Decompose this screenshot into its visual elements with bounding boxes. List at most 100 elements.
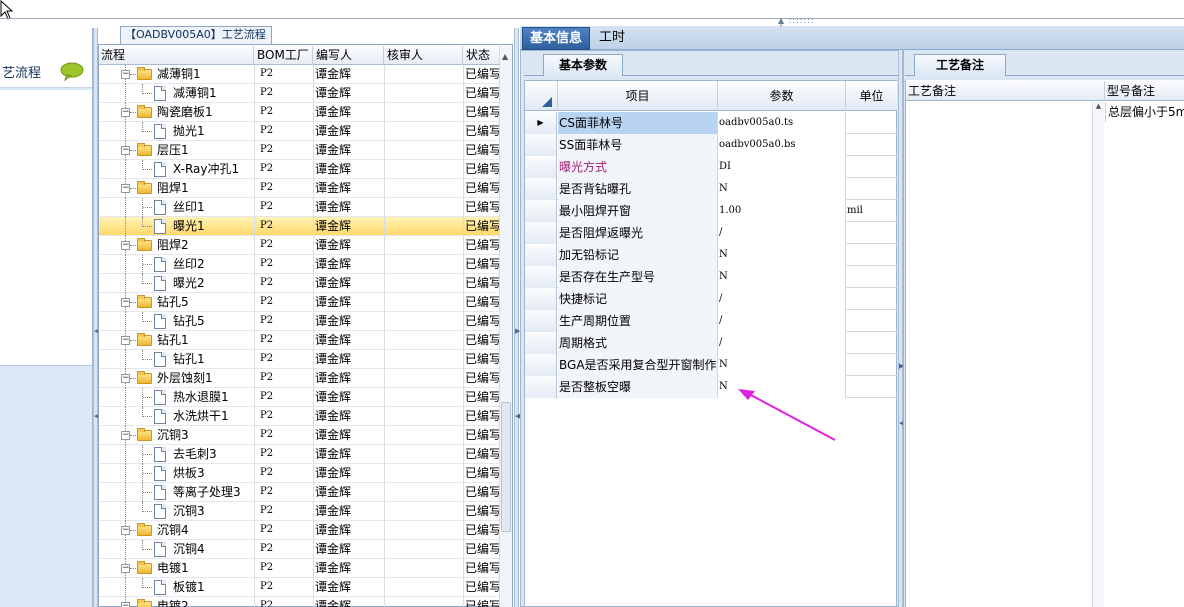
scroll-up-icon[interactable]: ▲ <box>1096 102 1101 110</box>
row-selector[interactable] <box>525 222 557 244</box>
tree-step-row[interactable]: 等离子处理3 P2 谭金辉 已编写 <box>99 483 499 502</box>
tree-step-row[interactable]: 钻孔1 P2 谭金辉 已编写 <box>99 350 499 369</box>
tree-step-row[interactable]: 烘板3 P2 谭金辉 已编写 <box>99 464 499 483</box>
param-value-cell[interactable]: / <box>718 332 846 354</box>
tree-step-row[interactable]: 沉铜3 P2 谭金辉 已编写 <box>99 502 499 521</box>
param-value-cell[interactable]: N <box>718 266 846 288</box>
col-header-status[interactable]: 状态 <box>464 46 499 65</box>
tree-step-row[interactable]: 减薄铜1 P2 谭金辉 已编写 <box>99 84 499 103</box>
tree-group-row[interactable]: − 陶瓷磨板1 P2 谭金辉 已编写 <box>99 103 499 122</box>
collapse-toggle-icon[interactable]: − <box>121 526 130 535</box>
collapse-toggle-icon[interactable]: − <box>121 184 130 193</box>
param-row[interactable]: 生产周期位置 / <box>525 310 897 332</box>
param-row[interactable]: 是否存在生产型号 N <box>525 266 897 288</box>
param-row[interactable]: 曝光方式 DI <box>525 156 897 178</box>
collapse-toggle-icon[interactable]: − <box>121 374 130 383</box>
param-unit-cell[interactable] <box>846 112 897 134</box>
left-nav-label[interactable]: 艺流程 <box>2 62 41 81</box>
tree-step-row[interactable]: 板镀1 P2 谭金辉 已编写 <box>99 578 499 597</box>
param-row[interactable]: 快捷标记 / <box>525 288 897 310</box>
tree-group-row[interactable]: − 外层蚀刻1 P2 谭金辉 已编写 <box>99 369 499 388</box>
row-selector[interactable] <box>525 376 557 398</box>
tree-step-row[interactable]: 水洗烘干1 P2 谭金辉 已编写 <box>99 407 499 426</box>
col-header-reviewer[interactable]: 核审人 <box>385 46 463 65</box>
row-selector[interactable] <box>525 354 557 376</box>
col-header-process-remark[interactable]: 工艺备注 <box>906 81 1105 101</box>
param-row[interactable]: 是否整板空曝 N <box>525 376 897 398</box>
param-unit-cell[interactable] <box>846 266 897 288</box>
tree-group-row[interactable]: − 钻孔5 P2 谭金辉 已编写 <box>99 293 499 312</box>
tab-work-hours[interactable]: 工时 <box>596 27 628 49</box>
param-value-cell[interactable]: oadbv005a0.ts <box>718 112 846 134</box>
param-value-cell[interactable]: oadbv005a0.bs <box>718 134 846 156</box>
param-value-cell[interactable]: / <box>718 222 846 244</box>
param-unit-cell[interactable] <box>846 222 897 244</box>
tree-step-row[interactable]: 去毛刺3 P2 谭金辉 已编写 <box>99 445 499 464</box>
row-selector[interactable] <box>525 310 557 332</box>
row-selector[interactable] <box>525 134 557 156</box>
splitter-grip-icon[interactable]: ▲ ::::::: ▲ <box>778 17 818 31</box>
tree-step-row[interactable]: X-Ray冲孔1 P2 谭金辉 已编写 <box>99 160 499 179</box>
tree-step-row[interactable]: 抛光1 P2 谭金辉 已编写 <box>99 122 499 141</box>
col-header-value[interactable]: 参数 <box>718 81 846 111</box>
param-value-cell[interactable]: 1.00 <box>718 200 846 222</box>
param-value-cell[interactable]: N <box>718 354 846 376</box>
tree-group-row[interactable]: − 沉铜3 P2 谭金辉 已编写 <box>99 426 499 445</box>
tree-group-row[interactable]: − 阻焊2 P2 谭金辉 已编写 <box>99 236 499 255</box>
tab-basic-info[interactable]: 基本信息 <box>522 27 590 50</box>
tree-step-row[interactable]: 曝光2 P2 谭金辉 已编写 <box>99 274 499 293</box>
param-row[interactable]: 周期格式 / <box>525 332 897 354</box>
row-selector[interactable]: ▶ <box>525 112 557 134</box>
param-row[interactable]: 是否背钻曝孔 N <box>525 178 897 200</box>
select-all-corner[interactable] <box>525 81 558 111</box>
tree-group-row[interactable]: − 沉铜4 P2 谭金辉 已编写 <box>99 521 499 540</box>
param-unit-cell[interactable] <box>846 134 897 156</box>
model-remark-cell[interactable]: 总层偏小于5mi <box>1105 102 1184 122</box>
param-row[interactable]: SS面菲林号 oadbv005a0.bs <box>525 134 897 156</box>
chat-bubble-icon[interactable] <box>60 62 84 81</box>
col-header-flow[interactable]: 流程 <box>99 46 254 65</box>
param-unit-cell[interactable] <box>846 156 897 178</box>
param-unit-cell[interactable] <box>846 178 897 200</box>
collapse-toggle-icon[interactable]: − <box>121 298 130 307</box>
collapse-toggle-icon[interactable]: − <box>121 602 130 607</box>
scroll-thumb[interactable] <box>501 402 511 532</box>
row-selector[interactable] <box>525 332 557 354</box>
param-unit-cell[interactable]: mil <box>846 200 897 222</box>
col-header-unit[interactable]: 单位 <box>846 81 897 111</box>
param-row[interactable]: 加无铅标记 N <box>525 244 897 266</box>
tree-group-row[interactable]: − 层压1 P2 谭金辉 已编写 <box>99 141 499 160</box>
row-selector[interactable] <box>525 288 557 310</box>
collapse-toggle-icon[interactable]: − <box>121 108 130 117</box>
tab-process-remarks[interactable]: 工艺备注 <box>914 54 1006 76</box>
row-selector[interactable] <box>525 178 557 200</box>
param-row[interactable]: BGA是否采用复合型开窗制作 N <box>525 354 897 376</box>
param-unit-cell[interactable] <box>846 376 897 398</box>
remarks-scrollbar[interactable]: ▲ <box>1092 102 1104 607</box>
col-header-item[interactable]: 项目 <box>558 81 718 111</box>
tree-group-row[interactable]: − 电镀1 P2 谭金辉 已编写 <box>99 559 499 578</box>
collapse-toggle-icon[interactable]: − <box>121 241 130 250</box>
param-unit-cell[interactable] <box>846 332 897 354</box>
tree-group-row[interactable]: − 阻焊1 P2 谭金辉 已编写 <box>99 179 499 198</box>
col-header-bom[interactable]: BOM工厂 <box>255 46 313 65</box>
tree-step-row[interactable]: 丝印1 P2 谭金辉 已编写 <box>99 198 499 217</box>
col-header-writer[interactable]: 编写人 <box>314 46 384 65</box>
param-value-cell[interactable]: DI <box>718 156 846 178</box>
tree-step-row[interactable]: 钻孔5 P2 谭金辉 已编写 <box>99 312 499 331</box>
tree-step-row[interactable]: 热水退膜1 P2 谭金辉 已编写 <box>99 388 499 407</box>
param-value-cell[interactable]: N <box>718 244 846 266</box>
tree-vertical-scrollbar[interactable]: ▲ <box>499 46 512 607</box>
tree-step-row[interactable]: 沉铜4 P2 谭金辉 已编写 <box>99 540 499 559</box>
param-value-cell[interactable]: / <box>718 288 846 310</box>
param-unit-cell[interactable] <box>846 288 897 310</box>
collapse-toggle-icon[interactable]: − <box>121 146 130 155</box>
scroll-up-icon[interactable]: ▲ <box>502 52 508 61</box>
middle-splitter[interactable]: ▶ ◀ <box>514 28 520 607</box>
param-row[interactable]: 是否阻焊返曝光 / <box>525 222 897 244</box>
tree-group-row[interactable]: − 减薄铜1 P2 谭金辉 已编写 <box>99 65 499 84</box>
collapse-toggle-icon[interactable]: − <box>121 70 130 79</box>
param-row[interactable]: 最小阻焊开窗 1.00 mil <box>525 200 897 222</box>
param-unit-cell[interactable] <box>846 244 897 266</box>
param-value-cell[interactable]: / <box>718 310 846 332</box>
